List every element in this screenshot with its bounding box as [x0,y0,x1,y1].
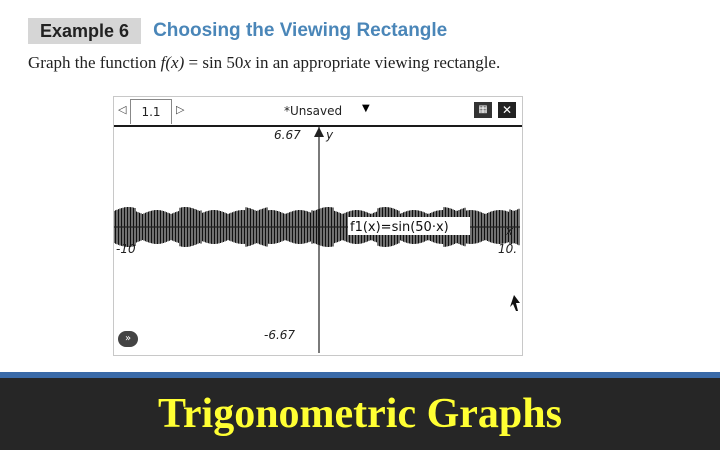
close-icon[interactable]: ✕ [498,102,516,118]
instruction-text-after: in an appropriate viewing rectangle. [250,53,501,72]
y-min-label: -6.67 [264,328,295,342]
instruction-text-mid: = sin 50 [184,53,244,72]
example-badge: Example 6 [28,18,142,44]
tab-page-1-1[interactable]: 1.1 [130,99,172,124]
function-label[interactable]: f1(x)=sin(50·x) [350,220,449,235]
tab-prev-icon[interactable]: ◁ [118,103,126,116]
example-title: Choosing the Viewing Rectangle [153,20,448,41]
document-menu-caret-icon[interactable]: ▼ [362,103,370,114]
x-min-label: -10 [116,242,136,256]
function-expression: f(x) [160,53,185,72]
tab-next-icon[interactable]: ▷ [176,103,184,116]
page-nav-button[interactable]: » [118,331,138,347]
y-axis-arrow-icon [314,127,324,137]
instruction-text-before: Graph the function [28,53,161,72]
graph-area[interactable]: 6.67 y -6.67 -10 10. x f1(x)=sin(50·x) [114,127,520,353]
document-title[interactable]: *Unsaved [284,104,342,118]
calculator-window: ◁ 1.1 ▷ *Unsaved ▼ ▦ ✕ 6.67 y -6.67 -10 … [113,96,523,356]
example-instructions: Graph the function f(x) = sin 50x in an … [28,53,500,73]
tools-icon[interactable]: ▦ [474,102,492,118]
calculator-tab-bar: ◁ 1.1 ▷ *Unsaved ▼ ▦ ✕ [114,97,522,127]
x-axis-label: x [505,224,514,238]
example-header: Example 6 Choosing the Viewing Rectangle [28,18,447,44]
mouse-cursor-icon [510,295,520,311]
bottom-banner: Trigonometric Graphs [0,378,720,450]
x-max-label: 10. [498,242,517,256]
y-axis-label: y [325,128,334,142]
variable-x: x [243,53,251,72]
banner-title: Trigonometric Graphs [157,391,562,437]
y-max-label: 6.67 [274,128,301,142]
